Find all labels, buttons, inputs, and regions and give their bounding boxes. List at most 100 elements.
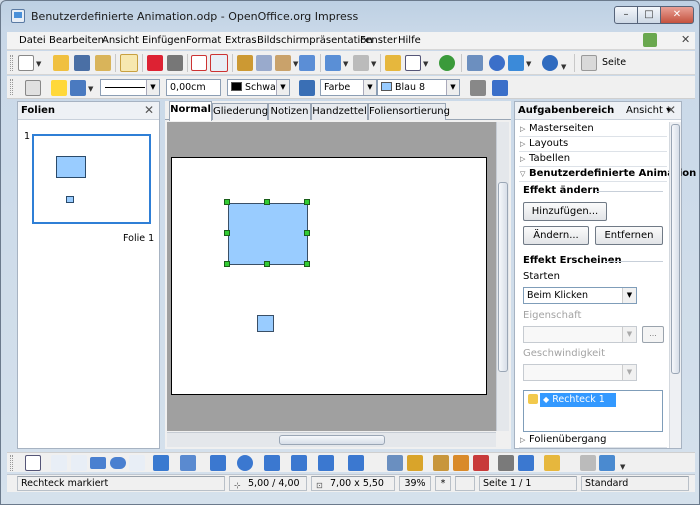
toolbar-grip[interactable] — [10, 455, 13, 471]
select-icon[interactable] — [25, 455, 41, 471]
symbol-shapes-icon[interactable] — [237, 455, 253, 471]
menu-extras[interactable]: Extras — [225, 35, 257, 46]
line-icon[interactable] — [51, 80, 67, 96]
connector-tool-icon[interactable] — [180, 455, 196, 471]
export-pdf-icon[interactable] — [147, 55, 163, 71]
selected-rectangle[interactable] — [228, 203, 308, 265]
new-dropdown-arrow[interactable]: ▼ — [36, 60, 41, 68]
chevron-down-icon[interactable]: ▼ — [276, 80, 289, 95]
task-pane-view-menu[interactable]: Ansicht ▾ — [626, 105, 671, 116]
resize-handle[interactable] — [224, 199, 230, 205]
chevron-down-icon[interactable]: ▼ — [622, 327, 636, 342]
copy-icon[interactable] — [256, 55, 272, 71]
undo-icon[interactable] — [325, 55, 341, 71]
slide-icon[interactable] — [581, 55, 597, 71]
stars-icon[interactable] — [348, 455, 364, 471]
animation-list[interactable]: ◆ Rechteck 1 — [523, 390, 663, 432]
toggle-extrusion-icon[interactable] — [599, 455, 615, 471]
zoom-dropdown-arrow[interactable]: ▼ — [526, 60, 531, 68]
alignment-icon[interactable] — [518, 455, 534, 471]
arrange-icon[interactable] — [544, 455, 560, 471]
status-signature[interactable] — [455, 476, 475, 491]
cut-icon[interactable] — [237, 55, 253, 71]
section-layouts[interactable]: Layouts — [519, 137, 667, 152]
block-arrows-icon[interactable] — [264, 455, 280, 471]
menu-einfuegen[interactable]: Einfügen — [142, 35, 186, 46]
toolbar-options-arrow[interactable]: ▼ — [561, 63, 566, 71]
section-tabellen[interactable]: Tabellen — [519, 152, 667, 167]
ellipse-tool-icon[interactable] — [110, 457, 126, 469]
redo-dropdown-arrow[interactable]: ▼ — [371, 60, 376, 68]
menu-format[interactable]: Format — [186, 35, 221, 46]
horizontal-scrollbar[interactable] — [167, 432, 496, 447]
basic-shapes-icon[interactable] — [210, 455, 226, 471]
animation-list-item[interactable]: ◆ Rechteck 1 — [540, 393, 616, 407]
vertical-scrollbar[interactable] — [496, 122, 509, 431]
tab-foliensortierung[interactable]: Foliensortierung — [368, 103, 450, 120]
from-file-icon[interactable] — [433, 455, 449, 471]
section-custom-animation[interactable]: Benutzerdefinierte Animation — [519, 167, 696, 182]
toolbar-grip[interactable] — [10, 55, 13, 71]
spellcheck-icon[interactable] — [191, 55, 207, 71]
line-width-field[interactable]: 0,00cm — [166, 79, 221, 96]
chevron-down-icon[interactable]: ▼ — [622, 365, 636, 380]
add-effect-button[interactable]: Hinzufügen... — [523, 202, 607, 221]
fontwork-icon[interactable] — [407, 455, 423, 471]
line-tool-icon[interactable] — [51, 455, 67, 471]
resize-handle[interactable] — [304, 261, 310, 267]
resize-handle[interactable] — [264, 261, 270, 267]
callouts-icon[interactable] — [318, 455, 334, 471]
table-dropdown-arrow[interactable]: ▼ — [423, 60, 428, 68]
minimize-button[interactable]: – — [614, 6, 638, 24]
download-update-icon[interactable] — [643, 33, 657, 47]
print-icon[interactable] — [167, 55, 183, 71]
tab-normal[interactable]: Normal — [169, 101, 212, 121]
shadow-icon[interactable] — [470, 80, 486, 96]
rectangle-tool-icon[interactable] — [90, 457, 106, 469]
auto-spellcheck-icon[interactable] — [210, 54, 228, 72]
slide-canvas[interactable] — [167, 122, 496, 431]
gallery-tool-icon[interactable] — [453, 455, 469, 471]
help-icon[interactable] — [542, 55, 558, 71]
tab-gliederung[interactable]: Gliederung — [212, 103, 268, 120]
menu-fenster[interactable]: Fenster — [360, 35, 397, 46]
task-pane-scroll-thumb[interactable] — [671, 124, 680, 374]
edit-file-icon[interactable] — [120, 54, 138, 72]
maximize-button[interactable]: □ — [637, 6, 661, 24]
menu-hilfe[interactable]: Hilfe — [398, 35, 421, 46]
menu-datei[interactable]: Datei — [19, 35, 46, 46]
resize-handle[interactable] — [264, 199, 270, 205]
tab-notizen[interactable]: Notizen — [268, 103, 311, 120]
styles-icon[interactable] — [25, 80, 41, 96]
change-effect-button[interactable]: Ändern... — [523, 226, 589, 245]
open-folder-icon[interactable] — [53, 55, 69, 71]
gallery-icon[interactable] — [489, 55, 505, 71]
table-icon[interactable] — [405, 55, 421, 71]
task-pane-scrollbar[interactable] — [669, 122, 681, 448]
flowchart-icon[interactable] — [291, 455, 307, 471]
text-tool-icon[interactable] — [129, 455, 145, 471]
title-bar[interactable]: Benutzerdefinierte Animation.odp - OpenO… — [1, 1, 699, 31]
small-rectangle[interactable] — [257, 315, 274, 332]
slide-page[interactable] — [171, 157, 487, 395]
menu-ansicht[interactable]: Ansicht — [102, 35, 139, 46]
chevron-down-icon[interactable]: ▼ — [146, 80, 159, 95]
slide-button-label[interactable]: Seite — [602, 57, 626, 68]
tab-handzettel[interactable]: Handzettel — [311, 103, 368, 120]
line-style-select[interactable]: ▼ — [100, 79, 160, 96]
arrow-style-dropdown[interactable]: ▼ — [88, 85, 93, 93]
email-icon[interactable] — [95, 55, 111, 71]
toolbar-options-arrow[interactable]: ▼ — [620, 463, 625, 471]
curve-tool-icon[interactable] — [153, 455, 169, 471]
area-icon[interactable] — [299, 80, 315, 96]
horizontal-scroll-thumb[interactable] — [279, 435, 385, 445]
vertical-scroll-thumb[interactable] — [498, 182, 508, 372]
close-icon[interactable]: ✕ — [144, 103, 154, 117]
resize-handle[interactable] — [224, 261, 230, 267]
chevron-down-icon[interactable]: ▼ — [622, 288, 636, 303]
close-document-icon[interactable]: ✕ — [681, 33, 690, 46]
resize-handle[interactable] — [304, 230, 310, 236]
resize-handle[interactable] — [224, 230, 230, 236]
close-window-button[interactable]: ✕ — [660, 6, 694, 24]
chevron-down-icon[interactable]: ▼ — [363, 80, 376, 95]
